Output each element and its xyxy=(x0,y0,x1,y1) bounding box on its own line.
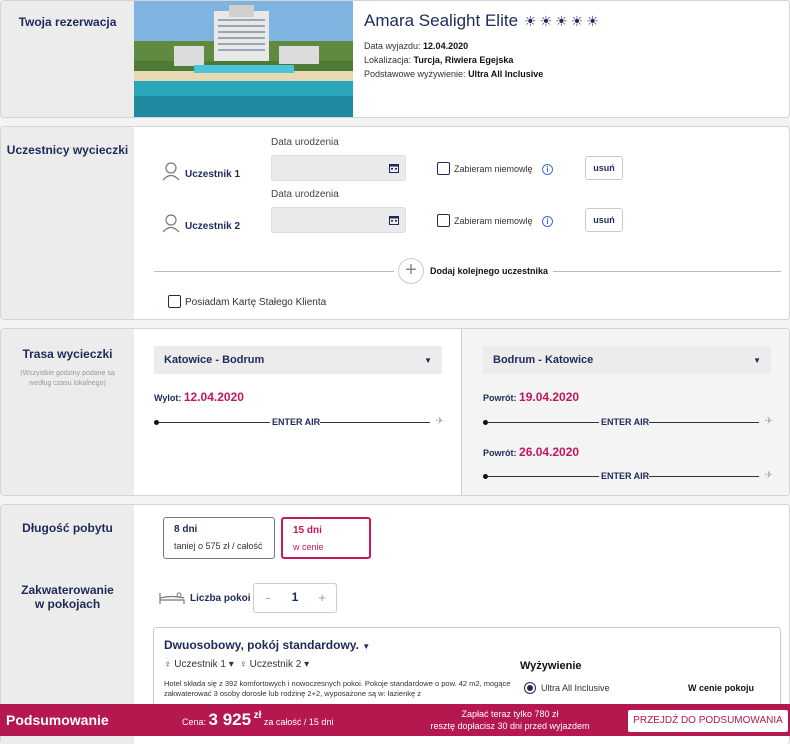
dob-input[interactable] xyxy=(271,155,406,181)
participants-title: Uczestnicy wycieczki xyxy=(6,143,129,157)
loyalty-label: Posiadam Kartę Stałego Klienta xyxy=(185,297,327,308)
duration-option-selected[interactable]: 15 dni w cenie xyxy=(281,517,371,559)
participants-side: Uczestnicy wycieczki xyxy=(1,127,134,319)
divider xyxy=(553,271,781,272)
outbound-flight[interactable]: ENTER AIR ✈ xyxy=(154,416,444,429)
board-radio[interactable] xyxy=(524,682,536,694)
route-side: Trasa wycieczki (Wszystkie godziny podan… xyxy=(1,329,134,495)
summary-bar: Podsumowanie Cena: 3 925 zł za całość / … xyxy=(0,704,790,736)
divider xyxy=(154,271,394,272)
board-price: W cenie pokoju xyxy=(688,683,755,693)
star-rating: ☀☀☀☀☀ xyxy=(524,13,602,29)
duration-option[interactable]: 8 dni taniej o 575 zł / całość xyxy=(163,517,275,559)
infant-label: Zabieram niemowlę xyxy=(454,216,533,226)
route-card: Trasa wycieczki (Wszystkie godziny podan… xyxy=(0,328,790,496)
reservation-card: Twoja rezerwacja Amara Sealight Elite ☀☀☀… xyxy=(0,0,790,118)
return-date: Powrót: 26.04.2020 xyxy=(483,445,580,459)
add-participant-label[interactable]: Dodaj kolejnego uczestnika xyxy=(430,266,548,276)
remove-button[interactable]: usuń xyxy=(585,156,623,180)
outbound-date: Wylot: 12.04.2020 xyxy=(154,390,244,404)
increment-button[interactable]: + xyxy=(318,590,326,605)
hotel-photo[interactable] xyxy=(134,1,353,117)
route-title: Trasa wycieczki xyxy=(22,347,113,361)
return-route-select[interactable]: Bodrum - Katowice ▼ xyxy=(483,346,771,374)
reservation-side: Twoja rezerwacja xyxy=(1,1,134,117)
infant-checkbox[interactable] xyxy=(437,214,450,227)
route-subtitle: (Wszystkie godziny podane są według czas… xyxy=(20,370,115,387)
infant-label: Zabieram niemowlę xyxy=(454,164,533,174)
dob-label: Data urodzenia xyxy=(271,189,339,200)
summary-title: Podsumowanie xyxy=(6,712,109,728)
payment-info: Zapłać teraz tylko 780 zł resztę dopłaci… xyxy=(430,709,590,731)
info-icon[interactable]: i xyxy=(542,164,553,175)
person-icon xyxy=(162,214,180,233)
dropdown-arrow-icon: ▼ xyxy=(753,356,761,365)
participant-name: Uczestnik 1 xyxy=(185,169,241,180)
rooms-label: Liczba pokoi xyxy=(190,593,251,604)
infant-checkbox[interactable] xyxy=(437,162,450,175)
return-flight[interactable]: ENTER AIR ✈ xyxy=(483,470,773,483)
plane-icon: ✈ xyxy=(435,416,444,427)
reservation-title: Twoja rezerwacja xyxy=(18,15,117,29)
participant-row: Uczestnik 2 Data urodzenia Zabieram niem… xyxy=(161,189,631,245)
carrier-label: ENTER AIR xyxy=(601,417,650,427)
calendar-icon[interactable] xyxy=(389,215,399,225)
accommodation-title: Zakwaterowanie w pokojach xyxy=(21,583,114,611)
room-participant[interactable]: ♀ Uczestnik 2 ▾ xyxy=(239,659,309,670)
participants-card: Uczestnicy wycieczki Uczestnik 1 Data ur… xyxy=(0,126,790,320)
participant-name: Uczestnik 2 xyxy=(185,221,241,232)
room-type-select[interactable]: Dwuosobowy, pokój standardowy. ▼ xyxy=(164,638,370,652)
add-participant-button[interactable]: + xyxy=(398,258,424,284)
room-description: Hotel składa się z 392 komfortowych i no… xyxy=(164,679,511,698)
participant-row: Uczestnik 1 Data urodzenia Zabieram niem… xyxy=(161,137,631,193)
return-date: Powrót: 19.04.2020 xyxy=(483,390,580,404)
loyalty-checkbox[interactable] xyxy=(168,295,181,308)
plane-icon: ✈ xyxy=(764,416,773,427)
bed-icon xyxy=(159,592,185,604)
outbound-route-select[interactable]: Katowice - Bodrum ▼ xyxy=(154,346,442,374)
carrier-label: ENTER AIR xyxy=(272,417,321,427)
room-participant[interactable]: ♀ Uczestnik 1 ▾ xyxy=(164,659,234,670)
person-icon xyxy=(162,162,180,181)
board-title: Wyżywienie xyxy=(520,660,582,672)
hotel-name: Amara Sealight Elite ☀☀☀☀☀ xyxy=(364,11,602,30)
hotel-info: Data wyjazdu: 12.04.2020 Lokalizacja: Tu… xyxy=(364,41,544,79)
divider xyxy=(461,329,462,495)
dob-input[interactable] xyxy=(271,207,406,233)
rooms-stepper[interactable]: - 1 + xyxy=(253,583,337,613)
dropdown-arrow-icon: ▼ xyxy=(362,642,371,651)
return-flight[interactable]: ENTER AIR ✈ xyxy=(483,416,773,429)
room-participants: ♀ Uczestnik 1 ▾ ♀ Uczestnik 2 ▾ xyxy=(164,659,309,670)
go-to-summary-button[interactable]: PRZEJDŹ DO PODSUMOWANIA xyxy=(628,710,788,732)
calendar-icon[interactable] xyxy=(389,163,399,173)
carrier-label: ENTER AIR xyxy=(601,471,650,481)
dropdown-arrow-icon: ▼ xyxy=(424,356,432,365)
info-icon[interactable]: i xyxy=(542,216,553,227)
dob-label: Data urodzenia xyxy=(271,137,339,148)
stay-title: Długość pobytu xyxy=(22,521,113,535)
board-option: Ultra All Inclusive xyxy=(541,683,610,693)
plane-icon: ✈ xyxy=(764,470,773,481)
remove-button[interactable]: usuń xyxy=(585,208,623,232)
summary-price: Cena: 3 925 zł za całość / 15 dni xyxy=(182,710,334,729)
